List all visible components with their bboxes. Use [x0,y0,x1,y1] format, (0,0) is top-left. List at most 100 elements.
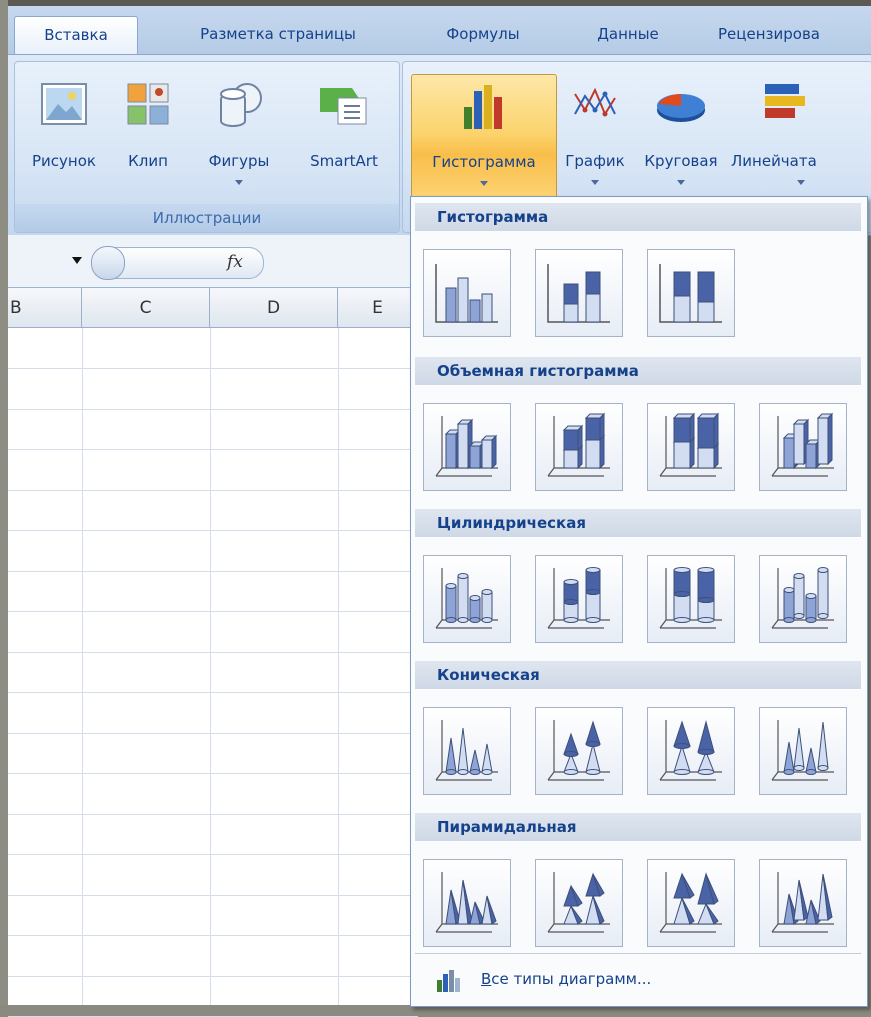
stacked-column-button[interactable] [535,249,623,337]
column-header-c[interactable]: C [82,288,210,328]
column-chart-icon [464,85,502,129]
gallery-section-title: Цилиндрическая [415,509,861,537]
clustered-cylinder-icon [435,568,498,629]
3d-column-icon [771,412,834,477]
tab-insert[interactable]: Вставка [14,16,138,55]
illustrations-group: Рисунок Клип Фигуры SmartArt Иллюстрации [14,61,400,233]
100-stacked-pyramid-button[interactable] [647,859,735,947]
pie-chart-button[interactable]: Круговая [635,74,727,206]
3d-stacked-column-button[interactable] [535,403,623,491]
3d-clustered-column-icon [435,416,498,477]
row-line [8,530,418,531]
column-line [338,328,339,1005]
3d-cylinder-button[interactable] [759,555,847,643]
stacked-cone-button[interactable] [535,707,623,795]
chevron-down-icon [677,180,685,185]
illustrations-group-label: Иллюстрации [15,204,399,232]
clipart-button[interactable]: Клип [115,74,181,206]
smartart-button[interactable]: SmartArt [295,74,393,206]
3d-cone-button[interactable] [759,707,847,795]
tab-page-layout[interactable]: Разметка страницы [168,16,388,54]
column-header-e[interactable]: E [338,288,418,328]
stacked-pyramid-button[interactable] [535,859,623,947]
smartart-icon [320,88,367,125]
clustered-pyramid-button[interactable] [423,859,511,947]
column-chart-gallery: Все типы диаграмм... Гистограмма Объемная… [410,196,868,1007]
chevron-down-icon [591,180,599,185]
100-stacked-cylinder-button[interactable] [647,555,735,643]
row-line [8,976,418,977]
3d-100-stacked-column-button[interactable] [647,403,735,491]
expand-circle-icon[interactable] [91,246,125,280]
column-line [210,328,211,1005]
clipart-icon [127,83,169,125]
3d-clustered-column-button[interactable] [423,403,511,491]
clustered-column-button[interactable] [423,249,511,337]
stacked-cylinder-icon [547,567,610,629]
chevron-down-icon [235,180,243,185]
100-stacked-cone-icon [659,720,722,781]
row-line [8,490,418,491]
shapes-icon [220,83,262,127]
row-line [8,895,418,896]
100-stacked-column-icon [659,264,722,323]
row-line [8,935,418,936]
formula-controls: fx [91,246,264,280]
3d-100-stacked-column-icon [659,412,722,477]
insert-function-icon[interactable]: fx [227,252,243,272]
ribbon-tab-row: Вставка Разметка страницы Формулы Данные… [8,6,871,55]
row-line [8,368,418,369]
window-frame-left [0,0,8,1005]
row-line [8,733,418,734]
shapes-label: Фигуры [208,152,270,170]
row-line [8,692,418,693]
tab-formulas[interactable]: Формулы [428,16,538,54]
3d-pyramid-button[interactable] [759,859,847,947]
column-chart-label: Гистограмма [432,153,536,171]
row-line [8,409,418,410]
100-stacked-column-button[interactable] [647,249,735,337]
stacked-cylinder-button[interactable] [535,555,623,643]
worksheet-grid[interactable]: B C D E [8,288,418,1017]
formula-bar: fx [8,235,418,288]
stacked-cone-icon [547,720,610,781]
picture-icon [41,83,87,125]
row-line [8,611,418,612]
row-line [8,854,418,855]
3d-column-button[interactable] [759,403,847,491]
clustered-cone-button[interactable] [423,707,511,795]
shapes-button[interactable]: Фигуры [199,74,279,206]
3d-cylinder-icon [771,567,834,629]
clustered-pyramid-icon [435,872,498,933]
chevron-down-icon [797,180,805,185]
column-header-b[interactable]: B [8,288,82,328]
stacked-pyramid-icon [547,872,610,933]
line-chart-label: График [565,152,625,170]
bar-chart-icon [765,84,805,118]
100-stacked-cone-button[interactable] [647,707,735,795]
all-chart-types-label: Все типы диаграмм... [481,970,652,988]
chevron-down-icon [480,181,488,186]
row-line [8,652,418,653]
row-line [8,773,418,774]
column-header-d[interactable]: D [210,288,338,328]
gallery-section-title: Гистограмма [415,203,861,231]
row-line [8,814,418,815]
bar-chart-button[interactable]: Линейчата [729,74,871,206]
line-chart-button[interactable]: График [557,74,633,206]
tab-review[interactable]: Рецензирова [718,16,871,54]
tab-data[interactable]: Данные [578,16,678,54]
picture-button[interactable]: Рисунок [21,74,107,206]
column-chart-button[interactable]: Гистограмма [411,74,557,208]
clustered-cylinder-button[interactable] [423,555,511,643]
gallery-section-title: Коническая [415,661,861,689]
gallery-section-title: Пирамидальная [415,813,861,841]
3d-pyramid-icon [771,872,834,933]
all-chart-types-item[interactable]: Все типы диаграмм... [411,954,865,1006]
pie-chart-label: Круговая [644,152,718,170]
namebox-dropdown-icon[interactable] [72,257,82,264]
bar-chart-label: Линейчата [731,152,817,170]
chart-types-icon [437,970,460,992]
100-stacked-cylinder-icon [659,567,722,629]
picture-label: Рисунок [32,152,96,170]
